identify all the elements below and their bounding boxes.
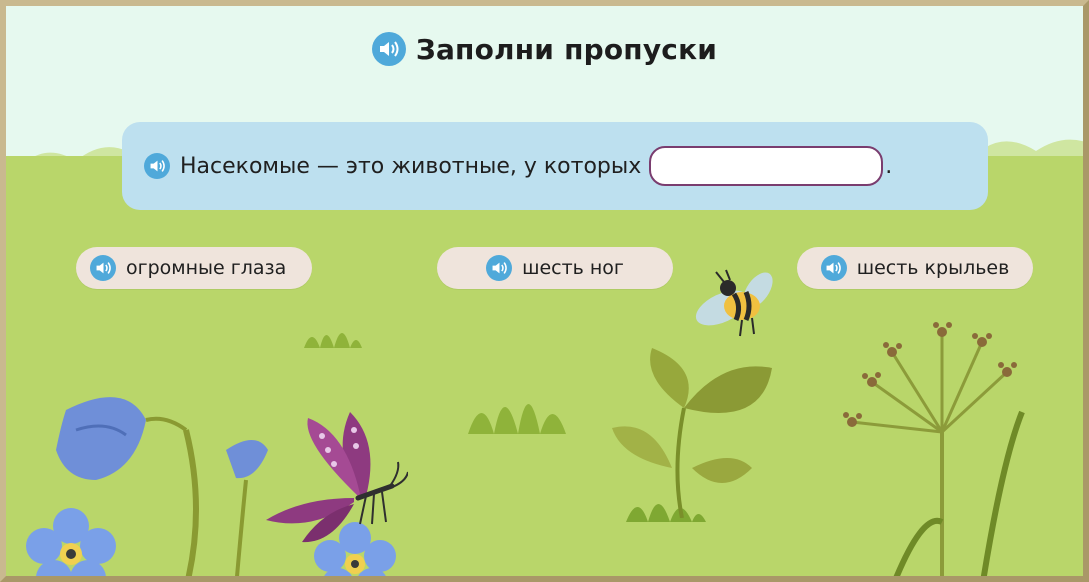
answer-option-six-wings[interactable]: шесть крыльев (797, 247, 1033, 289)
option-label: шесть крыльев (856, 257, 1010, 279)
exercise-frame: Заполни пропуски Насекомые — это животны… (0, 0, 1089, 582)
grass-tuft-icon (468, 404, 566, 434)
forget-me-not-flower-illustration (26, 508, 116, 576)
butterfly-illustration (266, 412, 408, 543)
speaker-icon[interactable] (371, 32, 406, 66)
answer-drop-zone[interactable] (649, 146, 884, 186)
speaker-icon[interactable] (820, 255, 847, 281)
meadow-scene (6, 6, 1083, 576)
speaker-icon[interactable] (144, 153, 170, 179)
option-label: шесть ног (522, 257, 624, 279)
sentence-end-punct: . (885, 153, 893, 179)
answer-option-six-legs[interactable]: шесть ног (437, 247, 673, 289)
grass-tuft-icon (304, 333, 362, 348)
sentence-card: Насекомые — это животные, у которых . (122, 122, 988, 210)
option-label: огромные глаза (126, 257, 287, 279)
answer-option-huge-eyes[interactable]: огромные глаза (76, 247, 312, 289)
bumblebee-illustration (695, 269, 773, 337)
leafy-plant-illustration (612, 348, 772, 518)
speaker-icon[interactable] (90, 255, 116, 281)
speaker-icon[interactable] (486, 255, 513, 281)
page-title: Заполни пропуски (6, 32, 1083, 66)
title-text: Заполни пропуски (415, 32, 718, 66)
sentence-text: Насекомые — это животные, у которых (180, 153, 642, 179)
umbel-flower-illustration (843, 322, 1025, 576)
